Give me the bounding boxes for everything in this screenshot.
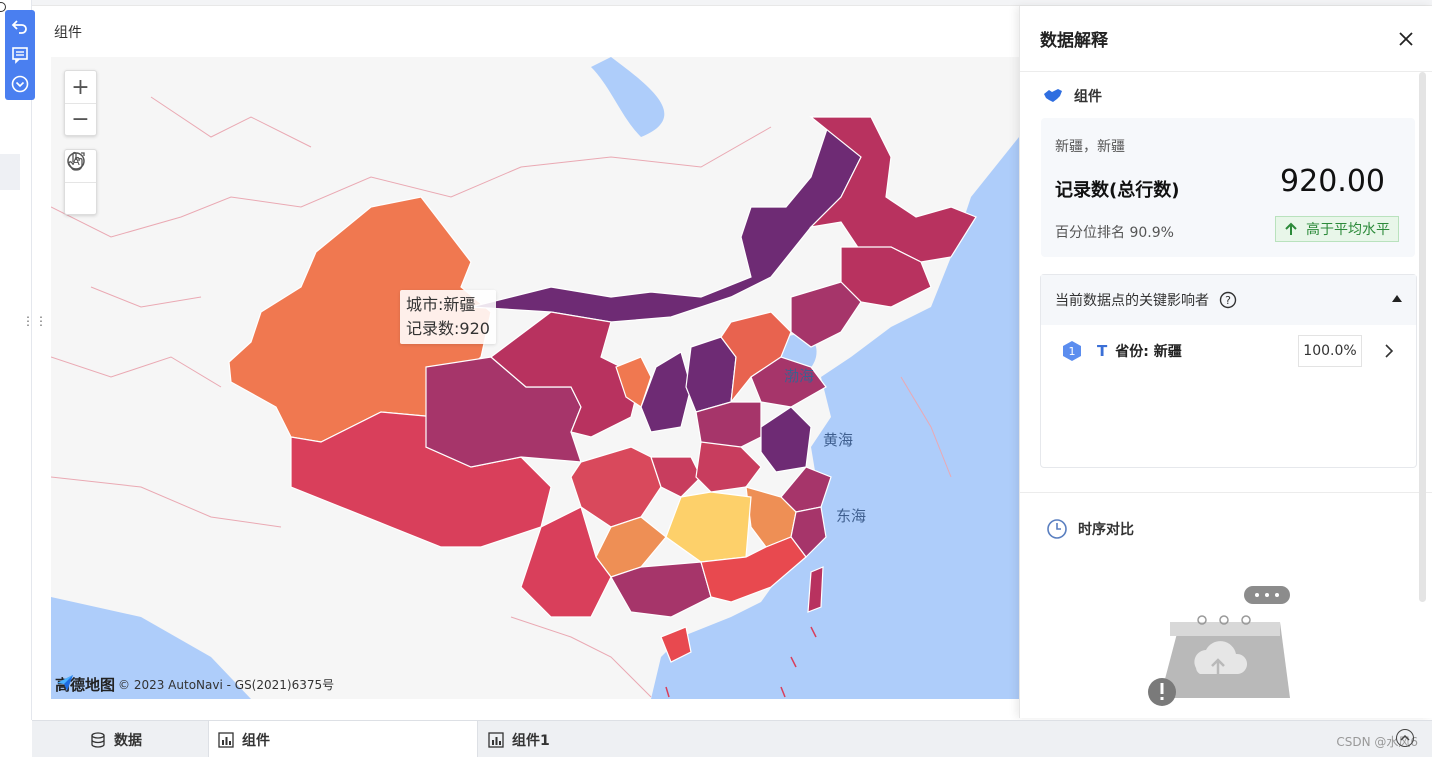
panel-divider <box>1020 492 1432 493</box>
svg-text:1: 1 <box>1069 345 1076 358</box>
panel-scrollbar[interactable] <box>1419 72 1426 602</box>
province-sichuan[interactable] <box>570 446 662 528</box>
province-hunan[interactable] <box>665 491 752 563</box>
left-rail: ⋮⋮ <box>0 0 47 720</box>
close-icon[interactable] <box>1398 31 1414 47</box>
province-neimenggu[interactable] <box>470 115 862 323</box>
map-tooltip: 城市:新疆 记录数:920 <box>400 290 496 344</box>
database-icon <box>91 731 105 748</box>
rank-badge-icon: 1 <box>1061 340 1083 362</box>
influencer-field-name: 省份: 新疆 <box>1115 344 1182 360</box>
drag-handle-icon[interactable]: ⋮⋮ <box>22 315 47 340</box>
stat-percentile-rank: 百分位排名 90.9% <box>1055 225 1174 241</box>
canvas-title: 组件 <box>54 25 82 41</box>
lake-baikal <box>591 57 665 137</box>
china-map-icon <box>1044 89 1062 102</box>
tab-component[interactable]: 组件 <box>208 721 478 757</box>
collapse-caret-icon[interactable] <box>1392 295 1402 302</box>
pan-hand-icon[interactable] <box>65 151 96 214</box>
influencer-percent: 100.0% <box>1298 335 1362 367</box>
zoom-out-button[interactable]: − <box>65 103 96 135</box>
svg-text:?: ? <box>1225 294 1231 307</box>
zoom-in-button[interactable]: + <box>65 71 96 103</box>
sea-label-bohai: 渤海 <box>784 367 815 385</box>
tab-component-label: 组件 <box>242 732 270 749</box>
above-average-badge: 高于平均水平 <box>1275 216 1399 242</box>
attribution-text: © 2023 AutoNavi - GS(2021)6375号 <box>118 678 335 692</box>
floating-toolbar <box>5 10 35 100</box>
tooltip-city: 城市:新疆 <box>406 295 476 314</box>
empty-calendar-illustration <box>1148 586 1290 706</box>
collapse-down-icon[interactable] <box>9 73 31 95</box>
arrow-up-icon <box>1285 222 1297 235</box>
component-section-head: 组件 <box>1042 86 1102 106</box>
panel-title: 数据解释 <box>1040 31 1108 51</box>
province-jiangsu-anhui[interactable] <box>760 406 812 473</box>
stat-value: 920.00 <box>1280 164 1385 199</box>
province-hubei[interactable] <box>695 441 762 493</box>
map-tool-control: A <box>64 149 97 215</box>
map-attribution: 高德地图 © 2023 AutoNavi - GS(2021)6375号 <box>55 674 334 695</box>
key-influencers-title: 当前数据点的关键影响者 <box>1055 293 1209 309</box>
stat-card: 新疆，新疆 记录数(总行数) 920.00 百分位排名 90.9% 高于平均水平 <box>1041 118 1415 257</box>
sea-label-huanghai: 黄海 <box>823 431 854 449</box>
expand-up-icon[interactable] <box>1396 729 1414 747</box>
chart-icon <box>488 731 504 748</box>
rail-selected-item[interactable] <box>0 154 20 190</box>
amap-logo-icon <box>57 675 73 691</box>
influencer-row[interactable]: 1 T 省份: 新疆 100.0% <box>1061 335 1401 367</box>
chart-icon <box>218 731 234 748</box>
app-root: ⋮⋮ 组件 + − A 城市:新疆 记录数:920 渤海 黄海 东海 高德地图 … <box>0 0 1432 757</box>
panel-header: 数据解释 <box>1020 6 1432 72</box>
tab-component1-label: 组件1 <box>512 732 550 749</box>
help-icon[interactable]: ? <box>1219 291 1237 309</box>
component-label: 组件 <box>1074 89 1102 105</box>
province-liaoning[interactable] <box>790 281 862 348</box>
stat-metric-name: 记录数(总行数) <box>1055 180 1180 201</box>
tab-component1[interactable]: 组件1 <box>488 721 550 757</box>
chevron-right-icon[interactable] <box>1379 341 1399 361</box>
map-area[interactable]: + − A 城市:新疆 记录数:920 渤海 黄海 东海 高德地图 © 2023… <box>51 57 1019 699</box>
china-map <box>51 57 1019 699</box>
data-explain-panel: 数据解释 组件 新疆，新疆 记录数(总行数) 920.00 百分位排名 90.9… <box>1019 6 1432 718</box>
clock-icon <box>1047 519 1067 539</box>
comment-icon[interactable] <box>9 44 31 66</box>
tab-data[interactable]: 数据 <box>90 721 142 757</box>
badge-label: 高于平均水平 <box>1306 222 1390 238</box>
tab-data-label: 数据 <box>114 732 142 749</box>
timeseries-label: 时序对比 <box>1078 522 1134 538</box>
stat-breadcrumb: 新疆，新疆 <box>1055 139 1125 155</box>
zoom-control: + − <box>64 70 97 136</box>
bottom-tab-bar: 数据 组件 组件1 <box>32 720 1432 757</box>
key-influencers-header[interactable]: 当前数据点的关键影响者 ? <box>1041 275 1416 325</box>
undo-icon[interactable] <box>9 15 31 37</box>
province-shanxi[interactable] <box>685 336 737 413</box>
text-field-type-icon: T <box>1097 342 1108 360</box>
tooltip-count: 记录数:920 <box>406 319 490 338</box>
province-shanxi-shaanxi[interactable] <box>640 351 692 433</box>
sea-label-donghai: 东海 <box>836 507 867 525</box>
timeseries-section-head: 时序对比 <box>1046 518 1134 540</box>
key-influencers-box: 当前数据点的关键影响者 ? 1 T 省份: 新疆 100.0% <box>1040 274 1417 468</box>
